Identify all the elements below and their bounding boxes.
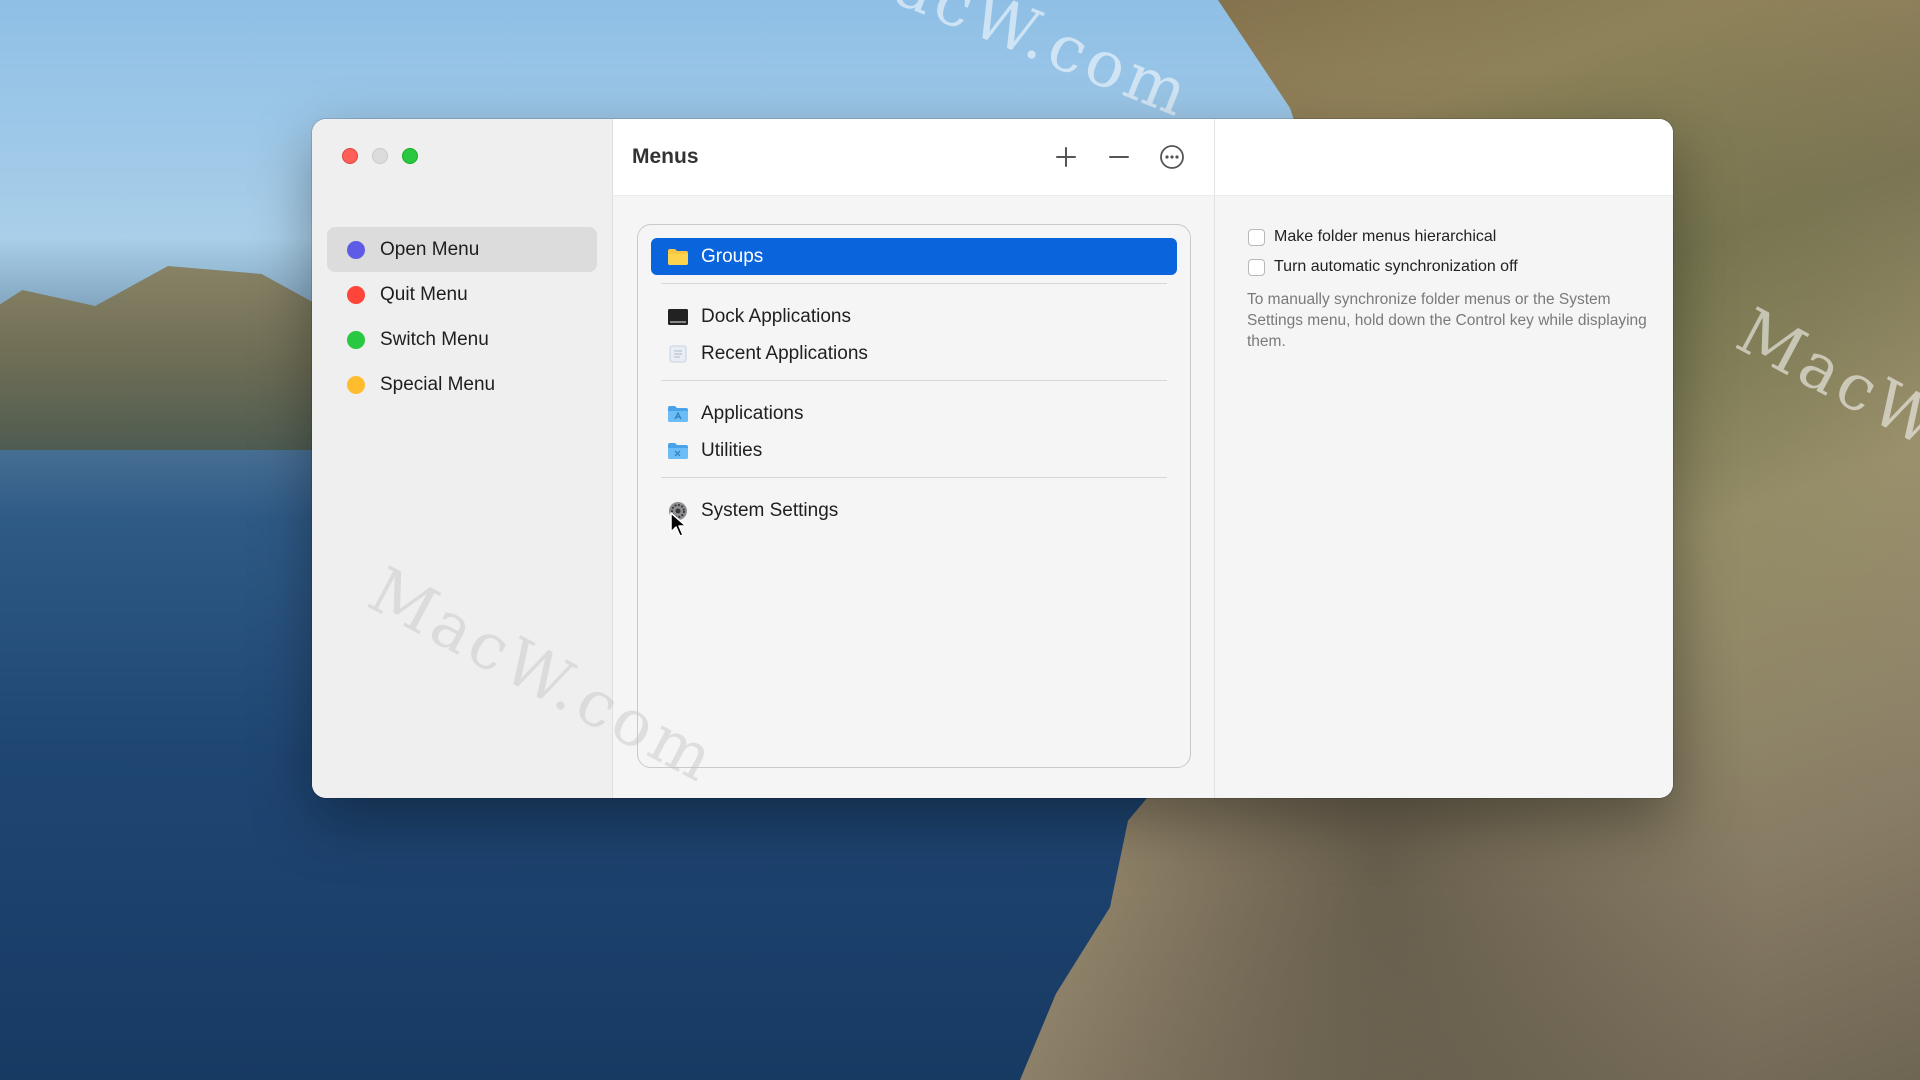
sidebar-item-label: Open Menu <box>380 238 480 260</box>
list-item-groups[interactable]: Groups <box>651 238 1177 275</box>
menus-pane: Menus Groups Dock Applications Recent Ap… <box>613 119 1215 798</box>
remove-button[interactable] <box>1101 139 1137 175</box>
divider <box>661 380 1167 381</box>
options-header <box>1215 119 1673 196</box>
app-window: Open Menu Quit Menu Switch Menu Special … <box>312 119 1673 798</box>
zoom-button[interactable] <box>402 148 418 164</box>
sidebar-item-label: Special Menu <box>380 373 496 395</box>
sidebar-item-label: Quit Menu <box>380 283 468 305</box>
sidebar-item-special-menu[interactable]: Special Menu <box>327 362 597 407</box>
more-button[interactable] <box>1154 139 1190 175</box>
sidebar-item-quit-menu[interactable]: Quit Menu <box>327 272 597 317</box>
sidebar-item-label: Switch Menu <box>380 328 489 350</box>
divider <box>661 283 1167 284</box>
list-item-label: Utilities <box>701 439 763 461</box>
list-item-utilities[interactable]: Utilities <box>651 432 1177 469</box>
option-sync-off: Turn automatic synchronization off <box>1248 256 1518 278</box>
applications-folder-icon <box>667 403 689 425</box>
option-hierarchical: Make folder menus hierarchical <box>1248 226 1496 248</box>
minimize-button[interactable] <box>372 148 388 164</box>
special-menu-dot-icon <box>347 375 365 394</box>
dock-icon <box>667 306 689 328</box>
sidebar-item-switch-menu[interactable]: Switch Menu <box>327 317 597 362</box>
minus-icon <box>1109 156 1129 158</box>
plus-icon <box>1056 147 1076 167</box>
list-item-recent-applications[interactable]: Recent Applications <box>651 335 1177 372</box>
list-item-applications[interactable]: Applications <box>651 395 1177 432</box>
toolbar: Menus <box>613 119 1214 196</box>
sidebar: Open Menu Quit Menu Switch Menu Special … <box>312 119 729 798</box>
list-item-label: Dock Applications <box>701 305 851 327</box>
list-item-dock-applications[interactable]: Dock Applications <box>651 298 1177 335</box>
sidebar-item-open-menu[interactable]: Open Menu <box>327 227 597 272</box>
window-controls <box>342 148 418 164</box>
option-label: Turn automatic synchronization off <box>1274 258 1518 275</box>
sync-off-checkbox[interactable] <box>1248 258 1265 276</box>
list-item-label: System Settings <box>701 499 839 521</box>
recent-apps-icon <box>667 343 689 365</box>
close-button[interactable] <box>342 148 358 164</box>
list-item-system-settings[interactable]: System Settings <box>651 492 1177 529</box>
options-pane: Make folder menus hierarchical Turn auto… <box>1215 119 1673 798</box>
watermark: MacW.com <box>820 0 1202 133</box>
help-text: To manually synchronize folder menus or … <box>1247 291 1647 350</box>
menu-list-container: Groups Dock Applications Recent Applicat… <box>613 196 1214 798</box>
page-title: Menus <box>632 145 699 168</box>
option-label: Make folder menus hierarchical <box>1274 228 1497 245</box>
quit-menu-dot-icon <box>347 285 365 304</box>
open-menu-dot-icon <box>347 240 365 259</box>
list-item-label: Recent Applications <box>701 342 868 364</box>
folder-icon <box>667 246 689 268</box>
utilities-folder-icon <box>667 440 689 462</box>
ellipsis-circle-icon <box>1160 145 1184 169</box>
add-button[interactable] <box>1048 139 1084 175</box>
list-item-label: Applications <box>701 402 804 424</box>
sidebar-nav: Open Menu Quit Menu Switch Menu Special … <box>327 227 597 407</box>
hierarchical-checkbox[interactable] <box>1248 228 1265 246</box>
list-item-label: Groups <box>701 245 764 267</box>
mouse-pointer-icon <box>670 512 687 537</box>
menu-list: Groups Dock Applications Recent Applicat… <box>637 224 1191 768</box>
divider <box>661 477 1167 478</box>
switch-menu-dot-icon <box>347 330 365 349</box>
